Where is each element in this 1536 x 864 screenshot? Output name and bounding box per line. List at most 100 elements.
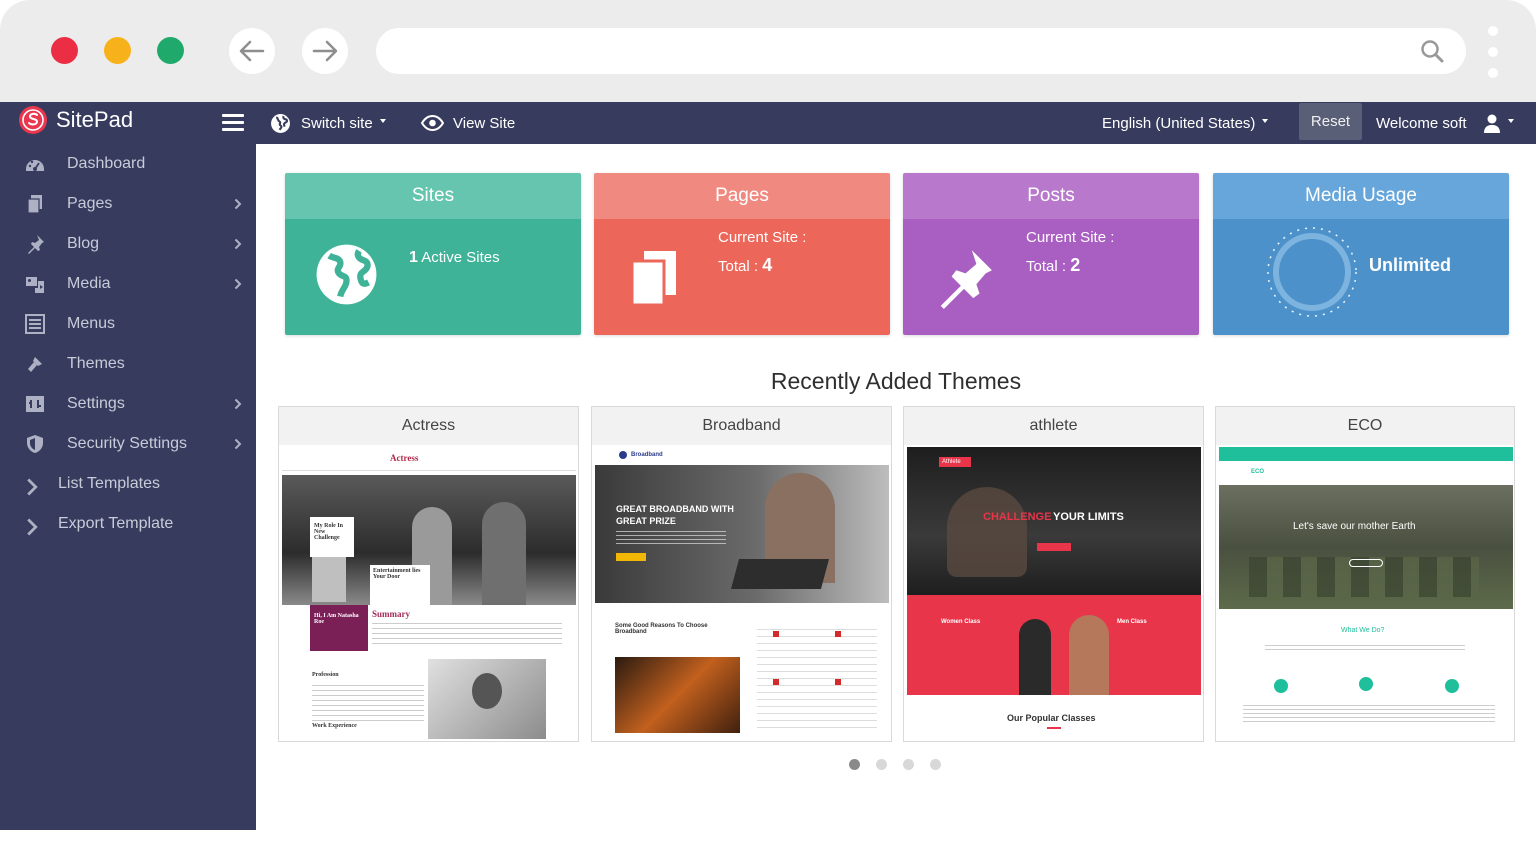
brand-logo[interactable]: SitePad (18, 105, 133, 135)
sidebar-item-blog[interactable]: Blog (0, 224, 256, 264)
sidebar-item-menus[interactable]: Menus (0, 304, 256, 344)
dashboard-icon (26, 160, 44, 171)
theme-name: Actress (279, 407, 578, 445)
chevron-right-icon (234, 278, 242, 290)
user-icon (1483, 114, 1500, 133)
preview-logo: Broadband (631, 452, 663, 458)
switch-site-dropdown[interactable]: Switch site (270, 102, 386, 144)
carousel-dot[interactable] (930, 759, 941, 770)
browser-chrome (0, 0, 1536, 102)
sidebar-item-label: Pages (67, 195, 113, 212)
caret-down-icon (379, 119, 386, 123)
sidebar-item-label: Export Template (58, 515, 174, 532)
card-title: Sites (285, 173, 581, 219)
language-dropdown[interactable]: English (United States) (1102, 102, 1269, 144)
carousel-dot[interactable] (849, 759, 860, 770)
sitepad-logo-icon (19, 106, 47, 134)
chevron-right-icon (234, 398, 242, 410)
settings-icon (26, 396, 44, 412)
preview-logo: ECO (1251, 469, 1265, 475)
sidebar-item-pages[interactable]: Pages (0, 184, 256, 224)
pages-icon (27, 195, 42, 214)
arrow-left-icon (239, 40, 265, 62)
posts-card[interactable]: Posts Current Site : Total : 2 (903, 173, 1199, 335)
theme-name: ECO (1216, 407, 1514, 445)
caret-down-icon (1262, 119, 1269, 123)
theme-card-actress[interactable]: Actress Actress My Role In New Challenge… (278, 406, 579, 742)
preview-limits: YOUR LIMITS (1053, 511, 1124, 523)
browser-menu-icon[interactable] (1488, 26, 1500, 78)
preview-intro: Hi, I Am Natasha Roe (314, 613, 359, 625)
preview-logo: Athlete (942, 459, 961, 465)
preview-challenge: CHALLENGE (983, 511, 1052, 523)
chevron-right-icon (27, 518, 38, 536)
card-title: Media Usage (1213, 173, 1509, 219)
back-button[interactable] (229, 28, 275, 74)
sidebar-item-label: Themes (67, 355, 125, 372)
theme-name: athlete (904, 407, 1203, 445)
sidebar-item-security-settings[interactable]: Security Settings (0, 424, 256, 464)
sidebar-item-label: Blog (67, 235, 100, 252)
sidebar-item-export-template[interactable]: Export Template (0, 504, 256, 544)
theme-name: Broadband (592, 407, 891, 445)
sidebar-toggle-icon[interactable] (222, 114, 244, 135)
eye-icon (421, 115, 444, 131)
reset-button[interactable]: Reset (1299, 103, 1362, 140)
pages-current-site-label: Current Site : (718, 229, 807, 246)
forward-button[interactable] (302, 28, 348, 74)
brand-name: SitePad (56, 107, 134, 132)
switch-site-label: Switch site (301, 114, 373, 132)
pages-icon (630, 251, 676, 307)
usage-gauge-icon (1267, 227, 1357, 317)
sidebar-item-themes[interactable]: Themes (0, 344, 256, 384)
preview-popular-classes: Our Popular Classes (1007, 713, 1096, 723)
theme-card-eco[interactable]: ECO ECO Let's save our mother Earth What… (1215, 406, 1515, 742)
close-window-button[interactable] (51, 37, 78, 64)
pages-card[interactable]: Pages Current Site : Total : 4 (594, 173, 890, 335)
theme-card-athlete[interactable]: athlete Athlete CHALLENGE YOUR LIMITS Wo… (903, 406, 1204, 742)
posts-total-label: Total : (1026, 258, 1067, 275)
globe-icon (271, 113, 290, 133)
top-navbar: SitePad Switch site View Site English (U… (0, 102, 1536, 144)
card-title: Posts (903, 173, 1199, 219)
theme-preview-eco: ECO Let's save our mother Earth What We … (1219, 447, 1513, 739)
welcome-label: Welcome soft (1376, 114, 1467, 132)
media-usage-value: Unlimited (1369, 255, 1452, 275)
user-menu-dropdown[interactable]: Welcome soft (1376, 102, 1514, 144)
card-title: Pages (594, 173, 890, 219)
sidebar-item-list-templates[interactable]: List Templates (0, 464, 256, 504)
chevron-right-icon (234, 198, 242, 210)
menu-list-icon (25, 314, 45, 334)
arrow-right-icon (312, 40, 338, 62)
sidebar-item-dashboard[interactable]: Dashboard (0, 144, 256, 184)
maximize-window-button[interactable] (157, 37, 184, 64)
brush-icon (28, 357, 42, 372)
address-bar[interactable] (376, 28, 1466, 74)
sidebar-item-media[interactable]: Media (0, 264, 256, 304)
carousel-dot[interactable] (876, 759, 887, 770)
chevron-right-icon (234, 238, 242, 250)
theme-preview-actress: Actress My Role In New Challenge Enterta… (282, 447, 576, 739)
pin-icon (940, 250, 992, 309)
preview-what-we-do: What We Do? (1341, 627, 1385, 634)
sidebar-item-settings[interactable]: Settings (0, 384, 256, 424)
carousel-dot[interactable] (903, 759, 914, 770)
posts-current-site-label: Current Site : (1026, 229, 1115, 246)
theme-card-broadband[interactable]: Broadband Broadband GREAT BROADBAND WITH… (591, 406, 892, 742)
preview-subtitle: Some Good Reasons To Choose Broadband (615, 623, 708, 635)
recently-added-themes-title: Recently Added Themes (770, 368, 1022, 394)
sites-card[interactable]: Sites 1 Active Sites (285, 173, 581, 335)
preview-hero-text: My Role In New Challenge (314, 523, 343, 541)
active-sites-count: 1 (409, 249, 418, 266)
globe-icon (316, 244, 377, 305)
theme-preview-broadband: Broadband GREAT BROADBAND WITH GREAT PRI… (595, 447, 889, 739)
media-usage-card[interactable]: Media Usage Unlimited (1213, 173, 1509, 335)
minimize-window-button[interactable] (104, 37, 131, 64)
sidebar-item-label: Dashboard (67, 155, 146, 172)
theme-preview-athlete: Athlete CHALLENGE YOUR LIMITS Women Clas… (907, 447, 1201, 739)
sidebar-item-label: Menus (67, 315, 116, 332)
preview-side-text: Entertainment lies Your Door (373, 568, 421, 580)
search-icon[interactable] (1420, 39, 1444, 63)
main-content: Sites 1 Active Sites Pages Current Site … (256, 144, 1536, 834)
view-site-link[interactable]: View Site (421, 102, 515, 144)
